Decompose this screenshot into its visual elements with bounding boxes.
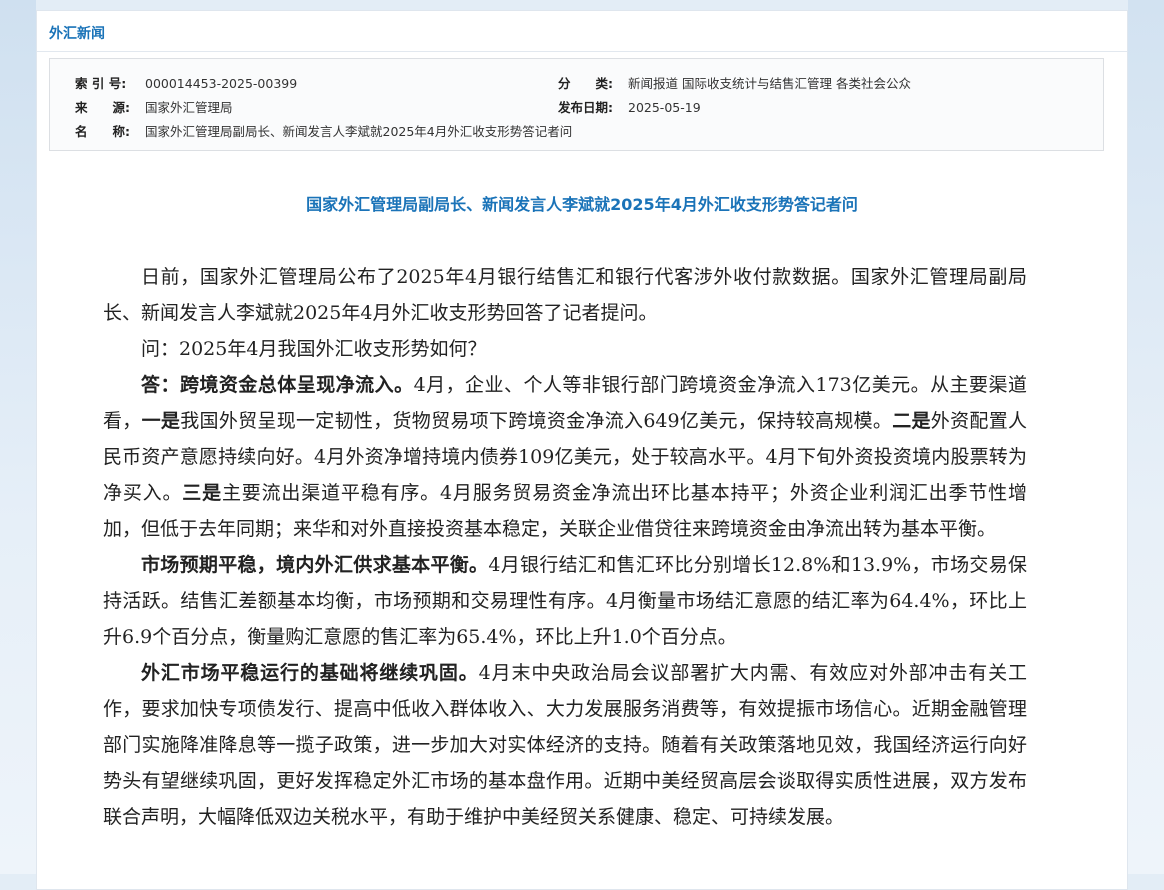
divider — [37, 51, 1127, 52]
answer-1-heading: 跨境资金总体呈现净流入。 — [179, 374, 414, 396]
paragraph-answer-3: 外汇市场平稳运行的基础将继续巩固。4月末中央政治局会议部署扩大内需、有效应对外部… — [103, 655, 1027, 835]
meta-date-value: 2025-05-19 — [628, 100, 701, 115]
page-background-right — [1128, 0, 1164, 874]
meta-index-value: 000014453-2025-00399 — [145, 76, 298, 91]
paragraph-answer-1: 答：跨境资金总体呈现净流入。4月，企业、个人等非银行部门跨境资金净流入173亿美… — [103, 367, 1027, 547]
answer-1-text-b: 我国外贸呈现一定韧性，货物贸易项下跨境资金净流入649亿美元，保持较高规模。 — [180, 410, 893, 432]
document-metadata-box: 索 引 号: 000014453-2025-00399 分 类: 新闻报道 国际收支… — [49, 58, 1104, 151]
point-two-label: 二是 — [892, 410, 931, 432]
paragraph-answer-2: 市场预期平稳，境内外汇供求基本平衡。4月银行结汇和售汇环比分别增长12.8%和1… — [103, 547, 1027, 655]
meta-source-value: 国家外汇管理局 — [145, 100, 233, 115]
paragraph-question: 问：2025年4月我国外汇收支形势如何？ — [141, 338, 487, 360]
meta-name-row: 名 称: 国家外汇管理局副局长、新闻发言人李斌就2025年4月外汇收支形势答记者问 — [75, 121, 572, 140]
content-panel: 外汇新闻 索 引 号: 000014453-2025-00399 分 类: 新闻报道… — [36, 10, 1128, 890]
meta-index-key: 索 引 号: — [75, 76, 127, 91]
meta-source-key: 来 源: — [75, 100, 130, 115]
page-background-left — [0, 0, 36, 874]
meta-index-row: 索 引 号: 000014453-2025-00399 — [75, 73, 297, 92]
point-one-label: 一是 — [141, 410, 181, 432]
answer-2-heading: 市场预期平稳，境内外汇供求基本平衡。 — [141, 554, 489, 576]
meta-category-row: 分 类: 新闻报道 国际收支统计与结售汇管理 各类社会公众 — [558, 73, 911, 92]
answer-3-text: 4月末中央政治局会议部署扩大内需、有效应对外部冲击有关工作，要求加快专项债发行、… — [103, 662, 1027, 828]
meta-date-key: 发布日期: — [558, 100, 613, 115]
article-title: 国家外汇管理局副局长、新闻发言人李斌就2025年4月外汇收支形势答记者问 — [306, 195, 858, 214]
meta-name-value: 国家外汇管理局副局长、新闻发言人李斌就2025年4月外汇收支形势答记者问 — [145, 124, 573, 139]
section-tab-forex-news[interactable]: 外汇新闻 — [49, 23, 105, 43]
paragraph-intro: 日前，国家外汇管理局公布了2025年4月银行结售汇和银行代客涉外收付款数据。国家… — [103, 266, 1027, 324]
meta-category-value: 新闻报道 国际收支统计与结售汇管理 各类社会公众 — [628, 76, 911, 91]
meta-date-row: 发布日期: 2025-05-19 — [558, 97, 701, 116]
point-three-label: 三是 — [182, 482, 222, 504]
article-body: 日前，国家外汇管理局公布了2025年4月银行结售汇和银行代客涉外收付款数据。国家… — [103, 259, 1027, 835]
answer-1-text-d: 主要流出渠道平稳有序。4月服务贸易资金净流出环比基本持平；外资企业利润汇出季节性… — [103, 482, 1027, 540]
answer-3-heading: 外汇市场平稳运行的基础将继续巩固。 — [141, 662, 479, 684]
meta-name-key: 名 称: — [75, 124, 130, 139]
meta-source-row: 来 源: 国家外汇管理局 — [75, 97, 233, 116]
meta-category-key: 分 类: — [558, 76, 613, 91]
answer-label: 答： — [141, 374, 180, 396]
